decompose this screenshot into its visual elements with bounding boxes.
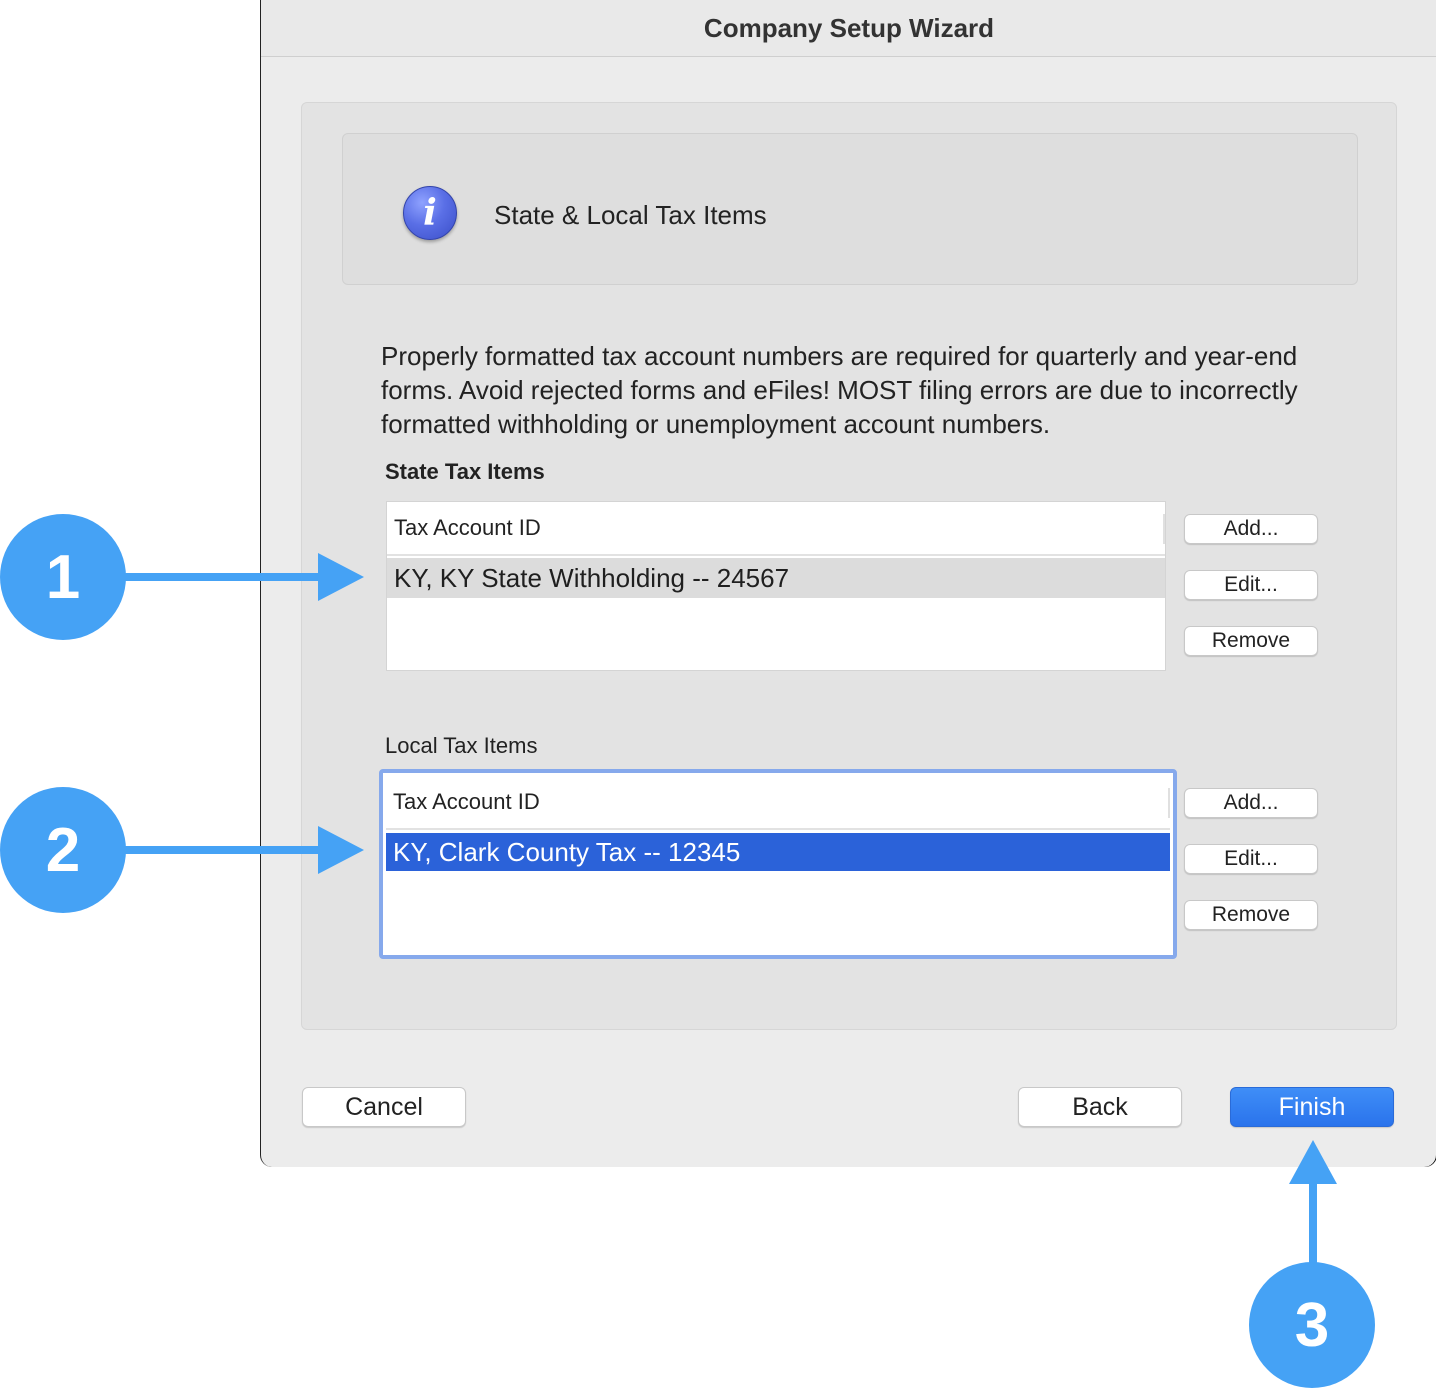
finish-button[interactable]: Finish [1230, 1087, 1394, 1127]
callout-3: 3 [1249, 1262, 1375, 1388]
callout-1-arrow-shaft [120, 573, 324, 581]
title-bar: Company Setup Wizard [261, 0, 1436, 57]
state-tax-label: State Tax Items [385, 459, 545, 484]
content-panel: i State & Local Tax Items Properly forma… [301, 102, 1397, 1030]
callout-3-arrow-head [1289, 1140, 1337, 1184]
info-icon: i [403, 186, 457, 240]
canvas: Company Setup Wizard i State & Local Tax… [0, 0, 1436, 1391]
callout-3-arrow-shaft [1309, 1180, 1317, 1270]
local-tax-column-header[interactable]: Tax Account ID [386, 776, 1170, 830]
description-text: Properly formatted tax account numbers a… [381, 341, 1298, 439]
section-title: State & Local Tax Items [494, 200, 767, 230]
section-header: i State & Local Tax Items [342, 133, 1358, 285]
state-add-button[interactable]: Add... [1184, 514, 1318, 544]
column-separator [1168, 788, 1170, 818]
local-remove-button[interactable]: Remove [1184, 900, 1318, 930]
row-label: KY, KY State Withholding -- 24567 [394, 562, 790, 593]
column-header-label: Tax Account ID [393, 789, 540, 814]
wizard-window: Company Setup Wizard i State & Local Tax… [260, 0, 1436, 1167]
state-edit-button[interactable]: Edit... [1184, 570, 1318, 600]
state-tax-column-header[interactable]: Tax Account ID [387, 502, 1165, 556]
back-button[interactable]: Back [1018, 1087, 1182, 1127]
state-tax-table[interactable]: Tax Account ID KY, KY State Withholding … [386, 501, 1166, 671]
state-tax-row[interactable]: KY, KY State Withholding -- 24567 [387, 558, 1165, 598]
window-title: Company Setup Wizard [703, 12, 995, 43]
callout-2-arrow-head [318, 826, 364, 874]
column-separator [1163, 514, 1165, 544]
row-label: KY, Clark County Tax -- 12345 [393, 836, 741, 867]
callout-1: 1 [0, 514, 126, 640]
column-header-label: Tax Account ID [394, 515, 541, 540]
local-edit-button[interactable]: Edit... [1184, 844, 1318, 874]
state-remove-button[interactable]: Remove [1184, 626, 1318, 656]
callout-2: 2 [0, 787, 126, 913]
callout-2-arrow-shaft [120, 846, 324, 854]
local-tax-label: Local Tax Items [385, 733, 538, 758]
callout-1-arrow-head [318, 553, 364, 601]
local-tax-table[interactable]: Tax Account ID KY, Clark County Tax -- 1… [379, 769, 1177, 959]
local-tax-row[interactable]: KY, Clark County Tax -- 12345 [386, 833, 1170, 871]
cancel-button[interactable]: Cancel [302, 1087, 466, 1127]
local-add-button[interactable]: Add... [1184, 788, 1318, 818]
